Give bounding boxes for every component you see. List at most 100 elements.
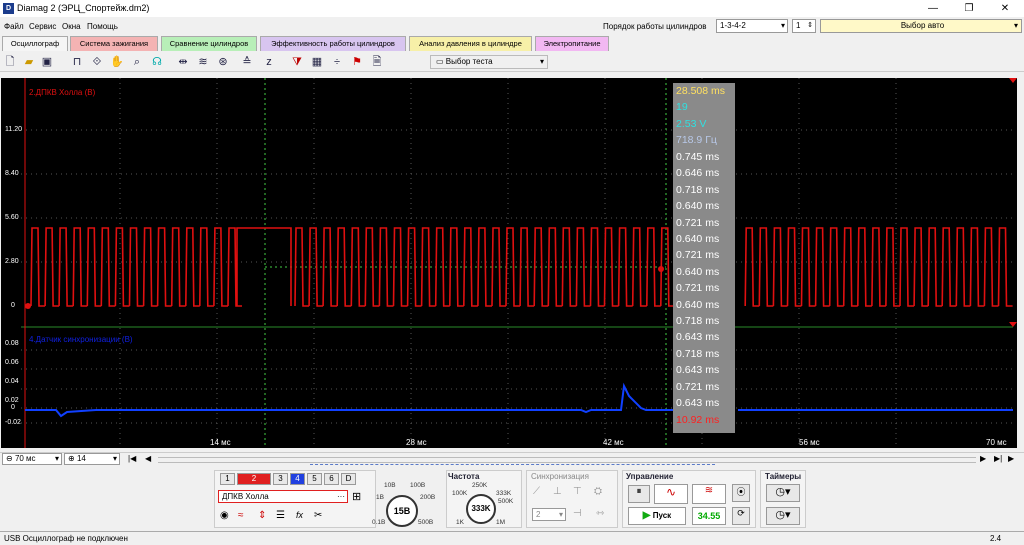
- frequency-knob-label: 250K: [472, 482, 488, 489]
- version-text: 2.4: [990, 534, 1002, 543]
- minimize-icon[interactable]: —: [916, 0, 950, 17]
- timer-2-button[interactable]: ◷▾: [766, 507, 800, 525]
- hand-icon[interactable]: ✋: [110, 55, 124, 69]
- zoom-out-icon: ⊖: [6, 454, 13, 463]
- channel-button-d[interactable]: D: [341, 473, 356, 485]
- sync-channel-select[interactable]: 2 ▾: [532, 508, 566, 521]
- measure-count: 19: [676, 101, 688, 113]
- measure-total: 10.92 ms: [676, 414, 720, 426]
- sync-range-icon[interactable]: ⇿: [596, 508, 604, 519]
- measure-time: 28.508 ms: [676, 85, 726, 97]
- more-icon[interactable]: ···: [337, 491, 345, 502]
- tools-icon[interactable]: ✂: [314, 510, 322, 521]
- tab-cylinder-efficiency[interactable]: Эффективность работы цилиндров: [260, 36, 406, 51]
- timer-1-button[interactable]: ◷▾: [766, 484, 800, 502]
- test-select-label: Выбор теста: [445, 57, 493, 66]
- channel-marker-icon[interactable]: [1009, 322, 1017, 327]
- function-icon[interactable]: fx: [296, 510, 303, 520]
- scroll-end-icon[interactable]: ▶|: [994, 454, 1002, 463]
- x-tick: 56 мс: [799, 438, 820, 447]
- sync-edge-icon[interactable]: ⊣: [573, 508, 582, 519]
- chevron-down-icon: ▾: [112, 454, 117, 463]
- tab-power-supply[interactable]: Электропитание: [535, 36, 609, 51]
- trigger-marker[interactable]: [25, 303, 31, 309]
- tab-oscilloscope[interactable]: Осциллограф: [2, 36, 68, 51]
- menu-help[interactable]: Помощь: [87, 22, 118, 31]
- scroll-next-icon[interactable]: ▶: [1008, 454, 1014, 463]
- sync-level-icon[interactable]: ⊤: [573, 486, 582, 497]
- channel-button-1[interactable]: 1: [220, 473, 235, 485]
- overlay-icon[interactable]: ≋: [196, 55, 210, 69]
- close-icon[interactable]: ✕: [988, 0, 1022, 17]
- compare-icon[interactable]: ⊛: [216, 55, 230, 69]
- ch4-ytick: 0.08: [5, 340, 19, 347]
- wave-icon[interactable]: ≈: [238, 510, 244, 521]
- open-folder-icon[interactable]: ▰: [22, 55, 36, 69]
- probe-settings-icon[interactable]: ⊞: [352, 490, 361, 503]
- menu-file[interactable]: Файл: [4, 22, 24, 31]
- cylinder-number-spinner[interactable]: 1 ⇕: [792, 19, 816, 33]
- ch2-ytick: 5.60: [5, 214, 19, 221]
- sync-rising-icon[interactable]: ⟋: [533, 486, 540, 497]
- menu-windows[interactable]: Окна: [62, 22, 81, 31]
- zoom-icon[interactable]: ⌕: [130, 55, 144, 69]
- frequency-knob[interactable]: 333K: [466, 494, 496, 524]
- tab-ignition-system[interactable]: Система зажигания: [70, 36, 158, 51]
- start-button[interactable]: ▶ Пуск: [628, 507, 686, 525]
- channel-button-6[interactable]: 6: [324, 473, 339, 485]
- measure-icon[interactable]: ≙: [240, 55, 254, 69]
- spinner-arrows-icon[interactable]: ⇕: [807, 20, 813, 32]
- eye-icon[interactable]: ◉: [220, 510, 229, 521]
- invert-icon[interactable]: ⇕: [258, 510, 266, 521]
- oscilloscope-display[interactable]: 2.ДПКВ Холла (В) 4.Датчик синхронизации …: [1, 78, 1017, 448]
- scroll-left-icon[interactable]: ◀: [145, 454, 151, 463]
- channel-name-field[interactable]: ДПКВ Холла ···: [218, 490, 348, 503]
- sine-mode-button[interactable]: ∿: [654, 484, 688, 504]
- reference-icon[interactable]: z: [262, 55, 276, 69]
- report-icon[interactable]: 🗎: [370, 55, 384, 69]
- pause-button[interactable]: ⏸: [628, 485, 650, 503]
- signal-icon[interactable]: ☊: [150, 55, 164, 69]
- scroll-start-icon[interactable]: |◀: [128, 454, 136, 463]
- table-icon[interactable]: ▦: [310, 55, 324, 69]
- sync-settings-icon[interactable]: ⛭: [594, 486, 602, 497]
- panel-splitter[interactable]: [310, 464, 715, 467]
- timebase-select[interactable]: ⊖ 70 мс ▾: [2, 453, 62, 465]
- voltage-knob[interactable]: 15В: [386, 495, 418, 527]
- zoom-in-icon: ⊕: [68, 454, 75, 463]
- scroll-arrow-icon[interactable]: [1009, 78, 1017, 83]
- trigger-icon[interactable]: ⟐: [90, 55, 104, 69]
- record-icon[interactable]: ⦿: [732, 484, 750, 502]
- cursor-icon[interactable]: ⇹: [176, 55, 190, 69]
- channel-button-3[interactable]: 3: [273, 473, 288, 485]
- channel-button-5[interactable]: 5: [307, 473, 322, 485]
- title-bar: D Diamag 2 (ЭРЦ_Спортейж.dm2) — ❐ ✕: [0, 0, 1024, 17]
- filter-icon[interactable]: ⧩: [290, 55, 304, 69]
- new-file-icon[interactable]: 🗋: [3, 55, 17, 69]
- maximize-icon[interactable]: ❐: [952, 0, 986, 17]
- ch2-ytick: 0: [11, 302, 15, 309]
- auto-icon[interactable]: ⟳: [732, 507, 750, 525]
- save-icon[interactable]: ▣: [40, 55, 54, 69]
- menu-service[interactable]: Сервис: [29, 22, 56, 31]
- ch4-ytick: 0: [11, 404, 15, 411]
- channel-button-4[interactable]: 4: [290, 473, 305, 485]
- test-select-dropdown[interactable]: ▭ Выбор теста ▾: [430, 55, 548, 69]
- marker-flag-icon[interactable]: ⚑: [350, 55, 364, 69]
- horizontal-scrollbar[interactable]: [158, 457, 976, 463]
- cylinder-order-select[interactable]: 1-3-4-2 ▾: [716, 19, 788, 33]
- position-select[interactable]: ⊕ 14 ▾: [64, 453, 120, 465]
- cursor-point-marker[interactable]: [658, 266, 664, 272]
- probe-icon[interactable]: ⊓: [70, 55, 84, 69]
- divider-icon[interactable]: ÷: [330, 55, 344, 69]
- tab-cylinder-pressure[interactable]: Анализ давления в цилиндре: [409, 36, 532, 51]
- stopwatch-icon: ◷: [775, 486, 786, 498]
- sync-pulse-icon[interactable]: ⊥: [553, 486, 562, 497]
- tab-cylinder-comparison[interactable]: Сравнение цилиндров: [161, 36, 257, 51]
- lines-icon[interactable]: ☰: [276, 510, 285, 521]
- channel-button-2[interactable]: 2: [237, 473, 271, 485]
- pulse-mode-button[interactable]: ≋: [692, 484, 726, 504]
- timers-title: Таймеры: [765, 472, 802, 481]
- scroll-right-icon[interactable]: ▶: [980, 454, 986, 463]
- auto-select-dropdown[interactable]: Выбор авто ▾: [820, 19, 1022, 33]
